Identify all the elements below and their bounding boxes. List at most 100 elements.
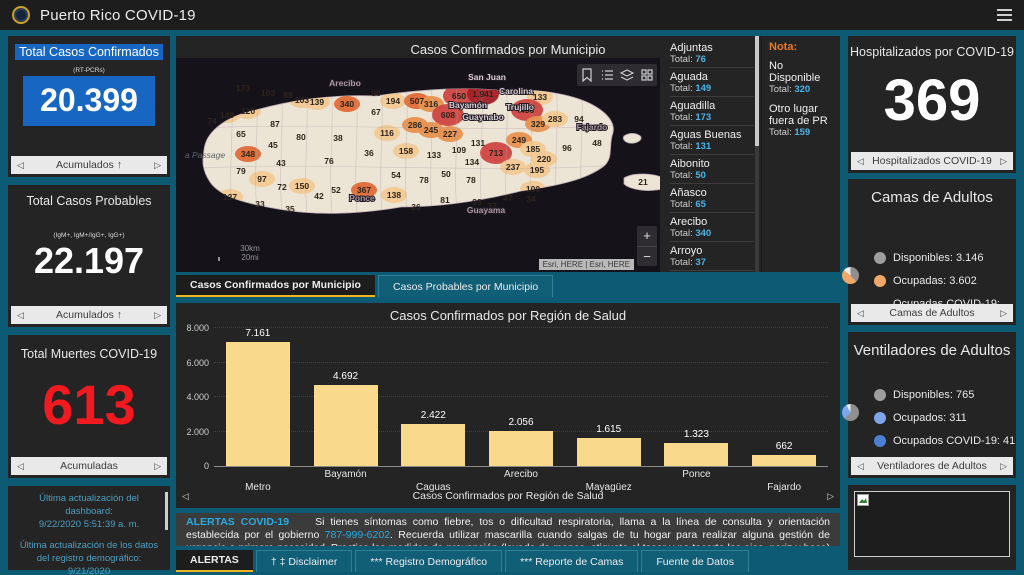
municipality-count: 81: [440, 195, 450, 205]
panel-title: Camas de Adultos: [848, 179, 1016, 206]
municipality-count: 286: [408, 120, 422, 130]
prev-arrow-icon[interactable]: ◁: [17, 160, 24, 171]
panel-title: Total Muertes COVID-19: [8, 347, 170, 361]
prev-arrow-icon[interactable]: ◁: [857, 461, 864, 472]
tab-fuente-de-datos[interactable]: Fuente de Datos: [641, 550, 749, 572]
broken-image-icon: [857, 494, 869, 506]
bar-metro[interactable]: [226, 342, 290, 466]
next-arrow-icon[interactable]: ▷: [1000, 156, 1007, 167]
map-city-label: Bayamón: [449, 100, 487, 110]
scrollbar[interactable]: [165, 492, 168, 530]
map-city-label: Ponce: [349, 193, 375, 203]
municipality-count: 133: [533, 92, 547, 102]
municipality-count: 80: [296, 132, 306, 142]
y-tick: 4.000: [186, 392, 209, 402]
municipality-count: 89: [283, 90, 293, 100]
tab-alertas[interactable]: ALERTAS: [176, 550, 253, 572]
next-arrow-icon[interactable]: ▷: [154, 461, 161, 472]
legend-dot-icon: [874, 389, 886, 401]
list-item[interactable]: AdjuntasTotal: 76: [670, 39, 754, 68]
bar-value-label: 1.615: [596, 424, 621, 435]
nota-panel: Nota: No DisponibleTotal: 320Otro lugar …: [761, 36, 840, 272]
municipality-count: 283: [548, 114, 562, 124]
probables-value: 22.197: [8, 243, 170, 279]
municipality-count: 158: [399, 146, 413, 156]
bar-mayagüez[interactable]: [577, 438, 641, 466]
pager-footer: ◁ Acumulados ↑ ▷: [11, 306, 167, 324]
basemap-icon[interactable]: [637, 64, 657, 86]
next-arrow-icon[interactable]: ▷: [827, 491, 834, 502]
layers-icon[interactable]: [617, 64, 637, 86]
municipality-count: 138: [387, 190, 401, 200]
panel-map: Casos Confirmados por Municipio 17310389…: [176, 36, 840, 272]
bar-value-label: 662: [776, 441, 793, 452]
tab-casos-probables-por-municipio[interactable]: Casos Probables por Municipio: [378, 275, 553, 297]
bar-fajardo[interactable]: [752, 455, 816, 466]
panel-last-update: Última actualización del dashboard:9/22/…: [8, 486, 170, 570]
menu-icon[interactable]: [997, 9, 1012, 21]
bar-caguas[interactable]: [401, 424, 465, 466]
puerto-rico-map: 1731038910313934096194507149120748767286…: [176, 58, 660, 272]
next-arrow-icon[interactable]: ▷: [1000, 461, 1007, 472]
tab--registro-demogr-fico[interactable]: *** Registro Demográfico: [355, 550, 502, 572]
prev-arrow-icon[interactable]: ◁: [17, 461, 24, 472]
bar-ponce[interactable]: [664, 443, 728, 466]
municipality-list[interactable]: AdjuntasTotal: 76AguadaTotal: 149Aguadil…: [662, 36, 754, 272]
alert-title: ALERTAS COVID-19: [186, 516, 289, 528]
map-city-label: San Juan: [468, 72, 506, 82]
list-item[interactable]: ArroyoTotal: 37: [670, 242, 754, 271]
list-item[interactable]: Aguas BuenasTotal: 131: [670, 126, 754, 155]
pager-footer: ◁ Hospitalizados COVID-19 ▷: [851, 152, 1013, 170]
bar-bayamón[interactable]: [314, 385, 378, 466]
prev-arrow-icon[interactable]: ◁: [857, 308, 864, 319]
list-scrollbar[interactable]: [755, 36, 759, 272]
next-arrow-icon[interactable]: ▷: [154, 310, 161, 321]
municipality-count: 21: [638, 177, 648, 187]
tab--reporte-de-camas[interactable]: *** Reporte de Camas: [505, 550, 638, 572]
stat-subtitle: (IgM+, IgM+/IgG+, IgG+): [8, 232, 170, 239]
list-item[interactable]: AibonitoTotal: 50: [670, 155, 754, 184]
bar-value-label: 2.056: [508, 417, 533, 428]
y-tick: 2.000: [186, 427, 209, 437]
nota-item: Otro lugar fuera de PRTotal: 159: [769, 103, 836, 138]
map-city-label: Arecibo: [329, 78, 361, 88]
bar-arecibo[interactable]: [489, 431, 553, 466]
next-arrow-icon[interactable]: ▷: [154, 160, 161, 171]
x-category-label: Ponce: [682, 469, 710, 480]
list-item[interactable]: AñascoTotal: 65: [670, 184, 754, 213]
y-tick: 8.000: [186, 323, 209, 333]
y-tick: 6.000: [186, 358, 209, 368]
legend-icon[interactable]: [597, 64, 617, 86]
tab--disclaimer[interactable]: † ‡ Disclaimer: [256, 550, 353, 572]
municipality-count: 329: [531, 119, 545, 129]
prev-arrow-icon[interactable]: ◁: [182, 491, 189, 502]
map-canvas[interactable]: 1731038910313934096194507149120748767286…: [176, 58, 660, 272]
list-item[interactable]: AguadaTotal: 149: [670, 68, 754, 97]
municipality-count: 608: [441, 110, 455, 120]
prev-arrow-icon[interactable]: ◁: [17, 310, 24, 321]
stat-subtitle: (RT-PCRs): [8, 67, 170, 74]
municipality-count: 48: [592, 138, 602, 148]
municipality-count: 245: [424, 125, 438, 135]
municipality-count: 713: [489, 148, 503, 158]
bookmark-icon[interactable]: [577, 64, 597, 86]
app-title: Puerto Rico COVID-19: [40, 7, 196, 24]
municipality-count: 74: [207, 116, 217, 126]
municipality-count: 116: [380, 128, 394, 138]
next-arrow-icon[interactable]: ▷: [1000, 308, 1007, 319]
zoom-control: + −: [637, 226, 657, 266]
legend-item: Ocupados COVID-19: 41: [874, 435, 1016, 447]
municipality-count: 35: [285, 204, 295, 214]
phone-link[interactable]: 787-999-6202: [325, 529, 390, 541]
map-city-label: Guayama: [467, 205, 506, 215]
legend-dot-icon: [874, 435, 886, 447]
list-item[interactable]: AguadillaTotal: 173: [670, 97, 754, 126]
municipality-count: 249: [512, 135, 526, 145]
zoom-in-button[interactable]: +: [637, 226, 657, 246]
tab-casos-confirmados-por-municipio[interactable]: Casos Confirmados por Municipio: [176, 275, 375, 297]
municipality-count: 149: [220, 110, 234, 120]
list-item[interactable]: AreciboTotal: 340: [670, 213, 754, 242]
zoom-out-button[interactable]: −: [637, 246, 657, 266]
image-placeholder: [854, 491, 1010, 557]
prev-arrow-icon[interactable]: ◁: [857, 156, 864, 167]
